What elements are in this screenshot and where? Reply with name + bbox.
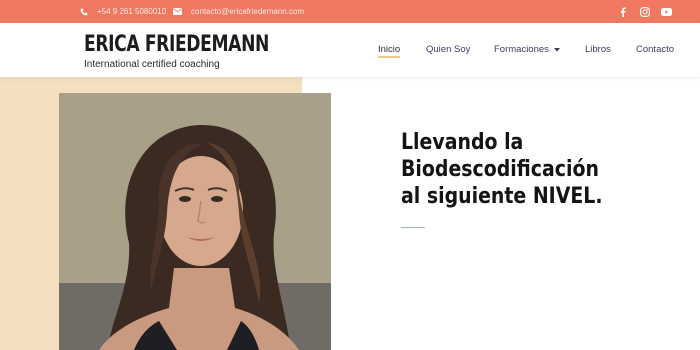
nav-inicio[interactable]: Inicio (378, 44, 401, 58)
headline-line-2: Biodescodificación (401, 157, 599, 182)
nav-libros[interactable]: Libros (585, 44, 611, 55)
email-address: contacto@ericafriedemann.com (191, 7, 305, 16)
facebook-icon (620, 7, 626, 17)
nav-formaciones-label: Formaciones (494, 44, 549, 55)
nav-contacto-label: Contacto (636, 44, 675, 55)
nav-quien-soy[interactable]: Quien Soy (426, 44, 470, 55)
nav-contacto[interactable]: Contacto (636, 44, 674, 55)
envelope-icon (173, 8, 182, 15)
hero-portrait-photo (59, 93, 331, 350)
headline-line-3: al siguiente NIVEL. (401, 184, 603, 209)
facebook-link[interactable] (620, 0, 626, 23)
headline-line-1: Llevando la (401, 130, 524, 155)
phone-number: +54 9 261 5080010 (97, 7, 167, 16)
top-contact-bar: +54 9 261 5080010 contacto@ericafriedema… (0, 0, 700, 23)
logo-title[interactable]: ERICA FRIEDEMANN (84, 32, 269, 57)
phone-icon (80, 8, 88, 15)
nav-libros-label: Libros (585, 44, 611, 55)
email-contact[interactable]: contacto@ericafriedemann.com (173, 0, 304, 23)
nav-quien-soy-label: Quien Soy (426, 44, 471, 55)
hero-headline: Llevando la Biodescodificación al siguie… (401, 129, 625, 210)
instagram-icon (640, 6, 650, 17)
phone-contact[interactable]: +54 9 261 5080010 (80, 0, 166, 23)
logo-subtitle: International certified coaching (84, 59, 220, 70)
youtube-link[interactable] (661, 0, 672, 23)
headline-divider (401, 227, 425, 228)
site-header: ERICA FRIEDEMANN International certified… (0, 23, 700, 77)
youtube-icon (661, 7, 672, 16)
caret-down-icon (553, 47, 560, 52)
instagram-link[interactable] (640, 0, 650, 23)
nav-inicio-label: Inicio (378, 44, 401, 55)
nav-formaciones[interactable]: Formaciones (494, 44, 560, 55)
